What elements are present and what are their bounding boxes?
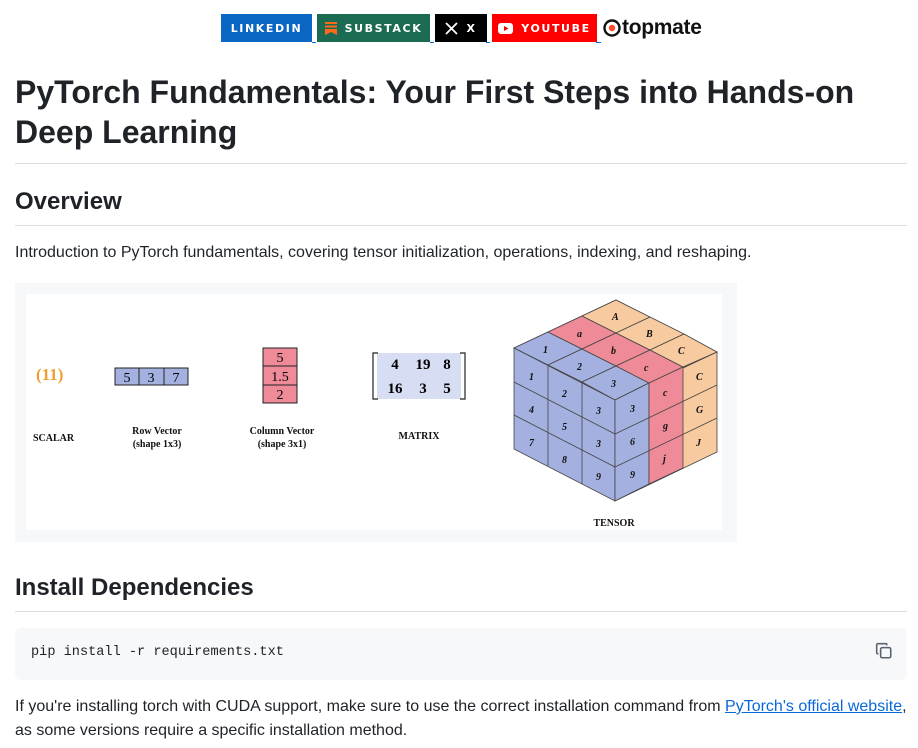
row-vector-label: Row Vector (132, 426, 182, 437)
svg-text:3: 3 (610, 379, 616, 390)
install-divider (15, 611, 907, 612)
svg-text:4: 4 (528, 405, 534, 416)
x-label: X (466, 21, 477, 35)
column-vector: 5 1.5 2 (262, 347, 298, 404)
install-note-text: If you're installing torch with CUDA sup… (15, 698, 726, 715)
substack-icon (324, 21, 337, 35)
matrix-label: MATRIX (399, 431, 441, 442)
svg-text:9: 9 (596, 472, 601, 483)
youtube-label: YOUTUBE (521, 21, 591, 35)
topmate-badge[interactable]: topmate (603, 14, 702, 42)
svg-text:5: 5 (562, 422, 567, 433)
tensor-figure: (11) SCALAR 5 3 7 Row Vector (shape 1x3)… (26, 294, 722, 530)
column-vector-cell: 2 (277, 388, 284, 403)
column-vector-cell: 1.5 (271, 370, 289, 385)
svg-text:c: c (644, 363, 649, 374)
svg-text:3: 3 (629, 404, 635, 415)
svg-text:3: 3 (595, 406, 601, 417)
badge-link-underline (312, 42, 316, 43)
install-heading: Install Dependencies (15, 574, 254, 601)
svg-text:8: 8 (562, 455, 567, 466)
overview-text: Introduction to PyTorch fundamentals, co… (15, 244, 752, 261)
install-command: pip install -r requirements.txt (31, 645, 284, 660)
topmate-label: topmate (622, 16, 702, 39)
row-vector-cell: 3 (148, 371, 155, 386)
svg-text:g: g (662, 421, 668, 432)
x-logo-icon (445, 21, 459, 35)
youtube-play-icon (498, 22, 514, 34)
svg-text:B: B (645, 329, 653, 340)
pytorch-website-link[interactable]: PyTorch's official website (725, 698, 902, 715)
install-note-comma: , (902, 698, 907, 715)
column-vector-shape: (shape 3x1) (258, 439, 307, 450)
install-note: If you're installing torch with CUDA sup… (15, 695, 915, 743)
svg-text:b: b (611, 346, 616, 357)
substack-badge[interactable]: SUBSTACK (317, 14, 430, 42)
matrix: 4 19 8 16 3 5 (372, 352, 466, 400)
svg-text:J: J (695, 438, 702, 449)
youtube-badge[interactable]: YOUTUBE (492, 14, 597, 42)
overview-divider (15, 225, 907, 226)
x-badge[interactable]: X (435, 14, 487, 42)
code-block: pip install -r requirements.txt (15, 628, 907, 680)
matrix-cell: 4 (391, 357, 399, 373)
column-vector-label: Column Vector (250, 426, 315, 437)
svg-text:C: C (678, 346, 685, 357)
svg-text:G: G (696, 405, 704, 416)
overview-heading: Overview (15, 188, 122, 215)
topmate-logo-icon (603, 19, 621, 37)
badge-link-underline (486, 42, 490, 43)
row-vector-cell: 5 (124, 371, 131, 386)
scalar-label: SCALAR (33, 433, 75, 444)
substack-label: SUBSTACK (344, 21, 423, 35)
svg-text:3: 3 (595, 439, 601, 450)
svg-text:C: C (696, 372, 703, 383)
svg-text:6: 6 (630, 437, 635, 448)
matrix-cell: 19 (416, 357, 431, 373)
svg-text:1: 1 (529, 372, 534, 383)
svg-text:9: 9 (630, 470, 635, 481)
column-vector-cell: 5 (277, 351, 284, 366)
page-title: PyTorch Fundamentals: Your First Steps i… (15, 74, 855, 150)
svg-text:c: c (663, 388, 668, 399)
title-divider (15, 163, 907, 164)
install-note-line2: as some versions require a specific inst… (15, 722, 408, 739)
row-vector: 5 3 7 (114, 367, 189, 386)
tensor-label: TENSOR (593, 518, 635, 529)
badge-link-underline (596, 42, 601, 43)
scalar-value: (11) (36, 365, 63, 384)
svg-text:1: 1 (543, 345, 548, 356)
badge-link-underline (430, 42, 434, 43)
linkedin-badge[interactable]: LINKEDIN (221, 14, 312, 42)
copy-icon[interactable] (875, 642, 893, 660)
svg-text:2: 2 (576, 362, 582, 373)
svg-text:A: A (611, 312, 619, 323)
social-badges: LINKEDIN SUBSTACK X YOUTUBE topmate (221, 14, 702, 42)
matrix-cell: 5 (443, 381, 451, 397)
matrix-cell: 16 (388, 381, 404, 397)
matrix-cell: 3 (419, 381, 427, 397)
tensor-cube: A B C a b c 1 2 3 1 2 3 4 5 3 7 8 9 3 6 … (513, 299, 718, 502)
linkedin-label: LINKEDIN (230, 21, 303, 35)
row-vector-shape: (shape 1x3) (133, 439, 182, 450)
svg-text:a: a (577, 329, 582, 340)
matrix-cell: 8 (443, 357, 451, 373)
tensor-illustration: (11) SCALAR 5 3 7 Row Vector (shape 1x3)… (33, 299, 718, 529)
row-vector-cell: 7 (173, 371, 180, 386)
svg-text:2: 2 (561, 389, 567, 400)
